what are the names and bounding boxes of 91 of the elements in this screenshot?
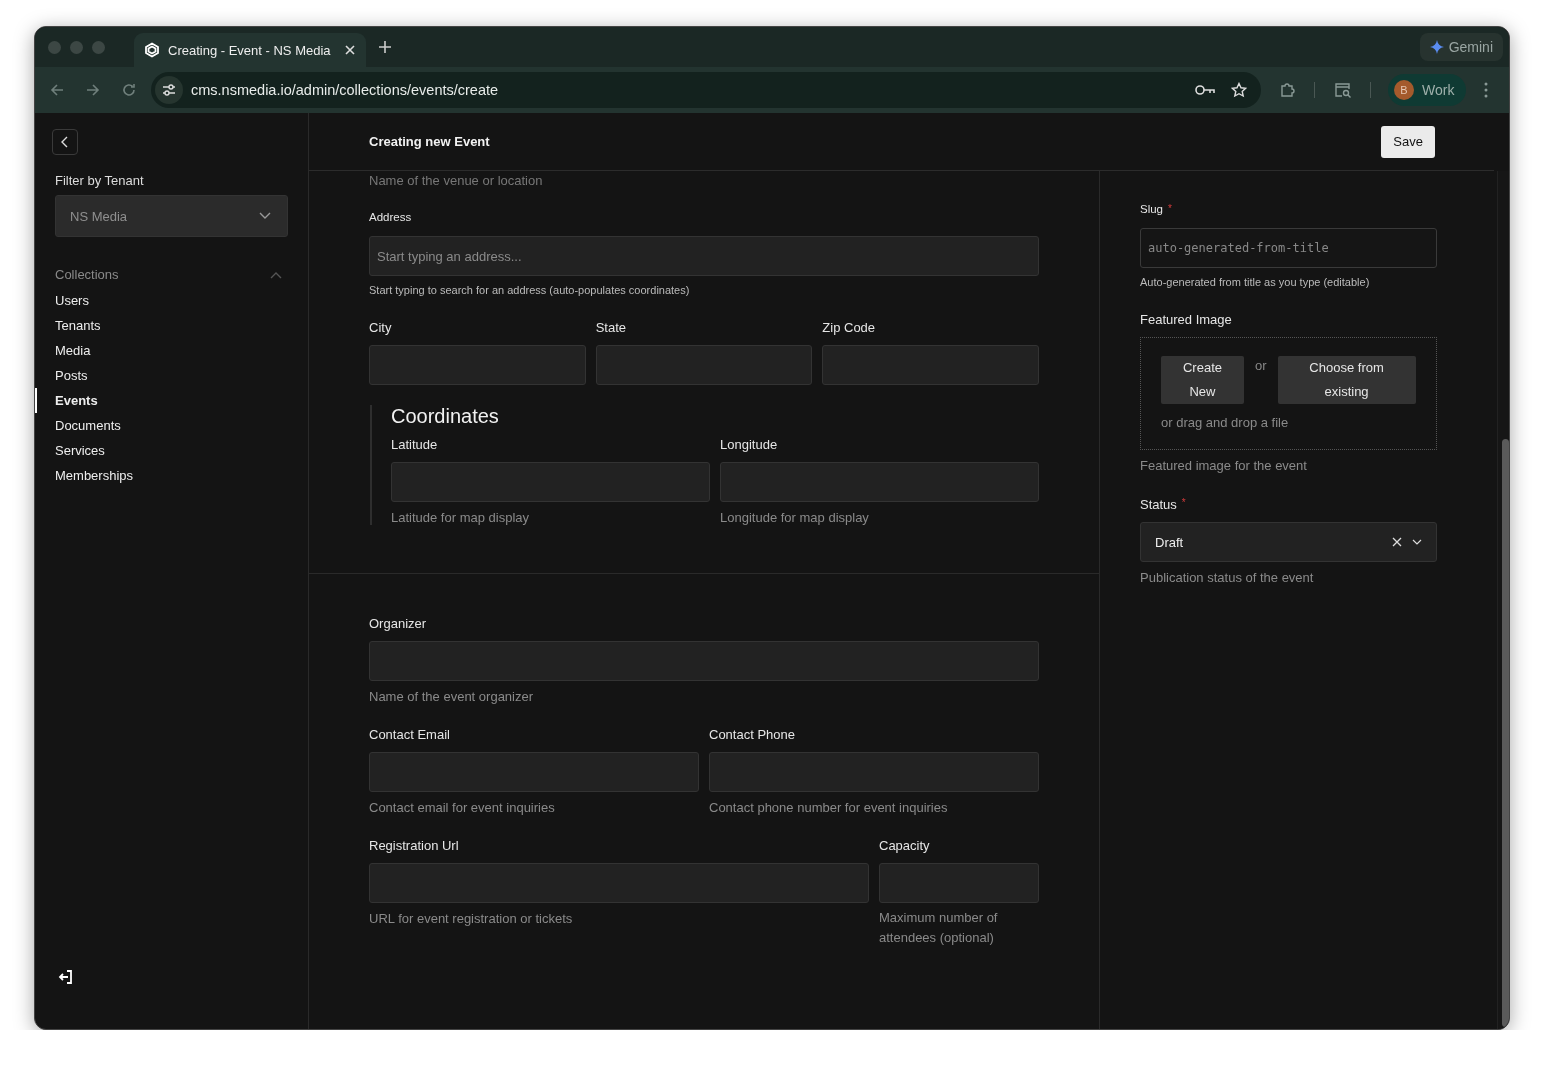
clear-icon[interactable] xyxy=(1391,537,1402,547)
help-text: Longitude for map display xyxy=(720,510,870,525)
input-field[interactable] xyxy=(709,752,1039,792)
more-icon[interactable] xyxy=(1484,82,1489,98)
url-text: cms.nsmedia.io/admin/collections/events/create xyxy=(191,82,500,98)
section-heading: Coordinates xyxy=(391,405,500,429)
status-select[interactable]: Draft xyxy=(1140,522,1437,562)
chevron-down-icon[interactable] xyxy=(1411,539,1422,545)
input-field[interactable] xyxy=(369,641,1039,681)
gemini-button[interactable]: Gemini xyxy=(1419,33,1503,61)
field-label: Contact Phone xyxy=(709,727,795,744)
sidebar-item[interactable]: Users xyxy=(55,288,288,313)
sidebar-item[interactable]: Media xyxy=(55,338,288,363)
select-value: NS Media xyxy=(70,208,128,224)
field-label: City xyxy=(369,320,392,337)
sparkle-icon xyxy=(1429,40,1444,54)
field-label: Zip Code xyxy=(822,320,876,337)
choose-existing-button[interactable]: Choose from existing xyxy=(1277,356,1416,404)
save-button[interactable]: Save xyxy=(1381,125,1435,158)
help-text: Featured image for the event xyxy=(1140,458,1308,473)
input-field[interactable] xyxy=(391,462,710,502)
field-label: Organizer xyxy=(369,616,427,633)
help-text: Auto-generated from title as you type (editable) xyxy=(1140,276,1371,288)
create-new-button[interactable]: Create New xyxy=(1161,356,1244,404)
field-label: Status xyxy=(1140,497,1177,514)
star-icon[interactable] xyxy=(1231,82,1247,98)
input-field[interactable] xyxy=(822,345,1039,385)
help-text: Publication status of the event xyxy=(1140,570,1315,585)
close-icon[interactable] xyxy=(344,44,356,56)
browser-tab[interactable]: Creating - Event - NS Media xyxy=(134,33,366,67)
input-field[interactable]: auto-generated-from-title xyxy=(1140,228,1437,268)
collapse-button[interactable] xyxy=(52,129,78,155)
field-label: Registration Url xyxy=(369,838,459,855)
sidebar-item[interactable]: Documents xyxy=(55,413,288,438)
address-bar[interactable]: cms.nsmedia.io/admin/collections/events/create xyxy=(151,72,1261,108)
required-mark: * xyxy=(1168,203,1172,216)
forward-icon[interactable] xyxy=(85,82,101,98)
avatar: B xyxy=(1394,80,1414,100)
gemini-label: Gemini xyxy=(1448,39,1493,55)
input-field[interactable] xyxy=(369,863,869,903)
field-label: Featured Image xyxy=(1140,312,1232,329)
help-text: Latitude for map display xyxy=(391,510,531,525)
help-text: Contact phone number for event inquiries xyxy=(709,800,949,815)
input-field[interactable]: Start typing an address... xyxy=(369,236,1039,276)
key-icon[interactable] xyxy=(1195,84,1215,96)
field-label: Contact Email xyxy=(369,727,450,744)
help-text: Maximum number of attendees (optional) xyxy=(879,909,999,947)
help-text: URL for event registration or tickets xyxy=(369,911,574,926)
required-mark: * xyxy=(1181,497,1186,510)
tab-title: Creating - Event - NS Media xyxy=(168,42,332,58)
sidebar-item[interactable]: Posts xyxy=(55,363,288,388)
back-icon[interactable] xyxy=(49,82,65,98)
input-field[interactable] xyxy=(720,462,1039,502)
sidebar-item[interactable]: Memberships xyxy=(55,463,288,488)
help-text: Contact email for event inquiries xyxy=(369,800,556,815)
input-field[interactable] xyxy=(879,863,1039,903)
drop-text: or drag and drop a file xyxy=(1161,415,1290,430)
sidebar-item[interactable]: Events xyxy=(35,388,288,413)
chevron-left-icon xyxy=(61,136,69,148)
help-text: Name of the event organizer xyxy=(369,689,535,704)
help-text: Start typing to search for an address (auto-populates coordinates) xyxy=(369,284,691,296)
field-label: Capacity xyxy=(879,838,930,855)
or-text: or xyxy=(1254,358,1268,373)
help-text: Name of the venue or location xyxy=(369,173,544,189)
field-label: Longitude xyxy=(720,437,778,454)
reload-icon[interactable] xyxy=(121,82,137,98)
section-heading: Collections xyxy=(55,267,119,282)
field-label: Slug xyxy=(1140,203,1164,217)
puzzle-icon[interactable] xyxy=(1280,82,1296,98)
select-value: Draft xyxy=(1155,534,1185,550)
chevron-up-icon[interactable] xyxy=(270,270,282,279)
field-label: Address xyxy=(369,211,412,225)
field-label: State xyxy=(595,320,626,337)
tenant-select[interactable]: NS Media xyxy=(55,195,288,237)
logout-icon[interactable] xyxy=(58,969,74,985)
profile-button[interactable]: B Work xyxy=(1388,74,1467,106)
field-label: Latitude xyxy=(391,437,438,454)
page-title: Creating new Event xyxy=(369,134,490,149)
field-label: Filter by Tenant xyxy=(55,173,145,188)
search-panel-icon[interactable] xyxy=(1334,82,1352,98)
logo-icon xyxy=(144,42,160,58)
site-settings-button[interactable] xyxy=(155,76,183,104)
sidebar-item[interactable]: Tenants xyxy=(55,313,288,338)
new-tab-icon[interactable] xyxy=(378,40,392,54)
sliders-icon xyxy=(162,83,176,97)
input-field[interactable] xyxy=(369,345,586,385)
sidebar-item[interactable]: Services xyxy=(55,438,288,463)
chevron-down-icon xyxy=(259,212,271,220)
profile-label: Work xyxy=(1422,82,1455,98)
input-field[interactable] xyxy=(369,752,699,792)
input-field[interactable] xyxy=(595,345,813,385)
